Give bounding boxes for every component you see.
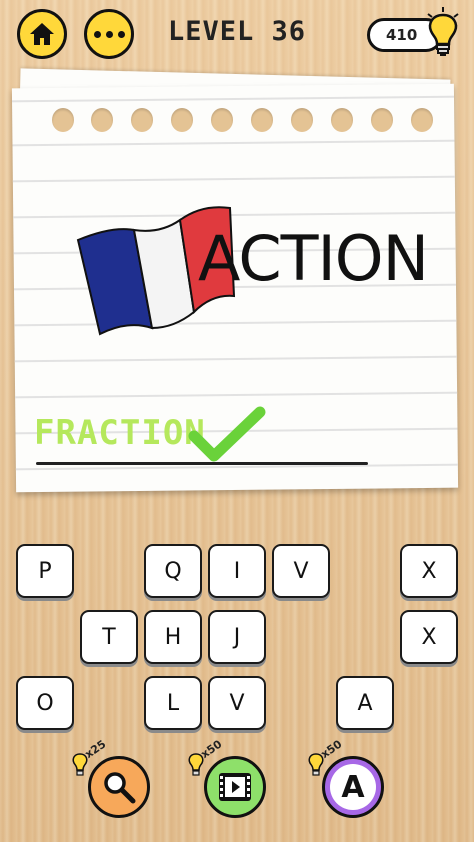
answer-text: FRACTION xyxy=(34,413,206,453)
paper-hole xyxy=(251,108,273,132)
letter-tile[interactable]: V xyxy=(272,544,330,598)
letter-tile[interactable]: T xyxy=(80,610,138,664)
clue-word: ACTION xyxy=(198,222,429,295)
paper-hole xyxy=(371,108,393,132)
paper-hole xyxy=(291,108,313,132)
letter-tile[interactable]: J xyxy=(208,610,266,664)
hint-letter-label: A xyxy=(330,764,376,810)
checkmark-icon xyxy=(188,406,266,462)
paper-hole xyxy=(331,108,353,132)
hint-video-button[interactable] xyxy=(204,756,266,818)
hint-letter-button[interactable]: A xyxy=(322,756,384,818)
letter-tile[interactable]: H xyxy=(144,610,202,664)
paper-hole xyxy=(131,108,153,132)
magnifier-icon xyxy=(104,772,136,804)
letter-tile[interactable]: X xyxy=(400,544,458,598)
letter-tile[interactable]: P xyxy=(16,544,74,598)
letter-tile[interactable]: V xyxy=(208,676,266,730)
paper-hole xyxy=(211,108,233,132)
coin-count: 410 xyxy=(386,26,418,44)
letter-tile[interactable]: A xyxy=(336,676,394,730)
letter-tile[interactable]: Q xyxy=(144,544,202,598)
paper-hole xyxy=(411,108,433,132)
film-play-icon xyxy=(219,773,251,801)
letter-tile[interactable]: X xyxy=(400,610,458,664)
letter-tile[interactable]: I xyxy=(208,544,266,598)
letter-tile[interactable]: O xyxy=(16,676,74,730)
lightbulb-icon xyxy=(427,7,459,56)
paper-hole xyxy=(52,108,74,132)
paper-hole xyxy=(91,108,113,132)
paper-hole xyxy=(171,108,193,132)
hint-search-button[interactable] xyxy=(88,756,150,818)
letter-tile[interactable]: L xyxy=(144,676,202,730)
